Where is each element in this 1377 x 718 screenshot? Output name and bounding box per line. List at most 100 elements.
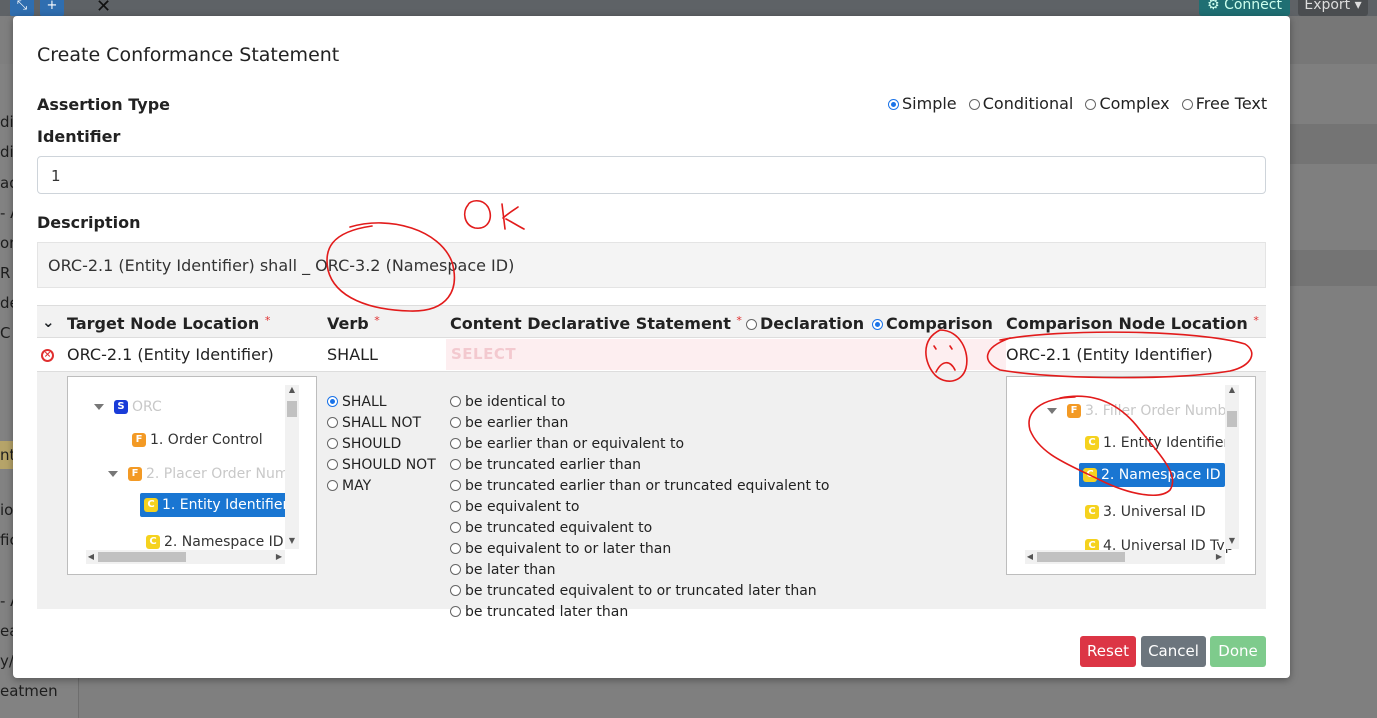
verb-radio[interactable]: [327, 458, 338, 470]
statement-option[interactable]: be truncated earlier than or truncated e…: [450, 478, 829, 499]
content-select-placeholder: SELECT: [451, 345, 517, 363]
scroll-right-icon[interactable]: ▶: [274, 552, 284, 562]
field-badge: F: [132, 433, 146, 447]
verb-radio[interactable]: [327, 479, 338, 491]
statement-editor-row: S ORC F 1. Order Control F 2. Placer Order …: [37, 372, 1266, 620]
statement-option[interactable]: be earlier than or equivalent to: [450, 436, 829, 457]
field-badge: F: [128, 467, 142, 481]
verb-option[interactable]: SHALL NOT: [327, 415, 436, 436]
component-badge: C: [146, 535, 160, 549]
connect-button[interactable]: ⚙ Connect: [1199, 0, 1290, 16]
statement-option[interactable]: be truncated earlier than: [450, 457, 829, 478]
statement-radio[interactable]: [450, 542, 461, 554]
bg-fragment: C: [0, 324, 11, 342]
scroll-thumb[interactable]: [1037, 552, 1125, 562]
statement-option[interactable]: be later than: [450, 562, 829, 583]
statement-radio[interactable]: [450, 605, 461, 617]
done-button[interactable]: Done: [1210, 636, 1266, 667]
statement-table-header: ⌄ Target Node Location * Verb * Content …: [37, 305, 1266, 338]
statement-option[interactable]: be earlier than: [450, 415, 829, 436]
collapse-chevron-icon[interactable]: ⌄: [42, 313, 55, 331]
expand-caret-icon[interactable]: [108, 471, 118, 477]
verb-radio[interactable]: [327, 437, 338, 449]
scroll-left-icon[interactable]: ◀: [86, 552, 96, 562]
statement-option[interactable]: be truncated later than: [450, 604, 829, 625]
scroll-up-icon[interactable]: ▲: [1225, 385, 1239, 395]
identifier-input[interactable]: 1: [37, 156, 1266, 194]
verb-option[interactable]: SHOULD NOT: [327, 457, 436, 478]
statement-radio[interactable]: [450, 500, 461, 512]
statement-radio[interactable]: [450, 437, 461, 449]
statement-radio[interactable]: [450, 458, 461, 470]
statement-radio[interactable]: [450, 521, 461, 533]
statement-option[interactable]: be truncated equivalent to: [450, 520, 829, 541]
expand-caret-icon[interactable]: [1047, 408, 1057, 414]
verb-option[interactable]: SHALL: [327, 394, 436, 415]
scroll-down-icon[interactable]: ▼: [1225, 536, 1239, 546]
radio-declaration[interactable]: [746, 319, 757, 330]
modal-title: Create Conformance Statement: [37, 44, 340, 66]
bg-fragment: R: [0, 264, 11, 282]
statement-radio[interactable]: [450, 395, 461, 407]
verb-radio[interactable]: [327, 416, 338, 428]
statement-radio[interactable]: [450, 563, 461, 575]
tree-horizontal-scrollbar[interactable]: ◀ ▶: [86, 550, 285, 564]
scroll-left-icon[interactable]: ◀: [1025, 552, 1035, 562]
scroll-thumb[interactable]: [1227, 411, 1237, 427]
verb-option[interactable]: MAY: [327, 478, 436, 499]
remove-row-icon[interactable]: ×: [41, 349, 54, 362]
statement-option[interactable]: be truncated equivalent to or truncated …: [450, 583, 829, 604]
radio-simple[interactable]: [888, 99, 899, 110]
statement-option[interactable]: be identical to: [450, 394, 829, 415]
scroll-thumb[interactable]: [287, 401, 297, 417]
scroll-right-icon[interactable]: ▶: [1214, 552, 1224, 562]
content-select[interactable]: SELECT: [446, 339, 1006, 370]
toolbar-add-button[interactable]: +: [40, 0, 64, 16]
tree-node-entity-identifier-selected[interactable]: C 1. Entity Identifier: [140, 493, 293, 517]
radio-free-text[interactable]: [1181, 99, 1193, 110]
tree-vertical-scrollbar[interactable]: ▲ ▼: [285, 385, 299, 549]
statement-radio[interactable]: [450, 584, 461, 596]
tree-node-orc[interactable]: S ORC: [94, 399, 162, 415]
radio-complex[interactable]: [1085, 99, 1097, 110]
tree-horizontal-scrollbar[interactable]: ◀ ▶: [1025, 550, 1225, 564]
option-declaration[interactable]: Declaration: [746, 314, 864, 333]
component-badge: C: [1085, 505, 1099, 519]
scroll-down-icon[interactable]: ▼: [285, 536, 299, 546]
tree-node-entity-identifier[interactable]: C 1. Entity Identifier: [1085, 435, 1229, 451]
assertion-option-complex[interactable]: Complex: [1082, 94, 1170, 113]
assertion-option-free-text[interactable]: Free Text: [1179, 94, 1267, 113]
assertion-option-conditional[interactable]: Conditional: [966, 94, 1073, 113]
tree-node-namespace-id[interactable]: C 2. Namespace ID: [146, 534, 284, 550]
statement-option[interactable]: be equivalent to or later than: [450, 541, 829, 562]
verb-radio[interactable]: [327, 395, 338, 407]
tree-node-filler-order[interactable]: F 3. Filler Order Numb: [1047, 403, 1226, 419]
verb-option[interactable]: SHOULD: [327, 436, 436, 457]
component-badge: C: [144, 498, 158, 512]
statement-option[interactable]: be equivalent to: [450, 499, 829, 520]
expand-caret-icon[interactable]: [94, 404, 104, 410]
tree-node-placer-order[interactable]: F 2. Placer Order Num: [108, 466, 288, 482]
comparison-node-tree[interactable]: F 3. Filler Order Numb C 1. Entity Identif…: [1006, 376, 1256, 575]
cancel-button[interactable]: Cancel: [1141, 636, 1206, 667]
export-button[interactable]: Export ▾: [1298, 0, 1368, 16]
bg-fragment: - A: [0, 592, 13, 610]
target-node-tree[interactable]: S ORC F 1. Order Control F 2. Placer Order …: [67, 376, 317, 575]
scroll-up-icon[interactable]: ▲: [285, 385, 299, 395]
tree-node-universal-id[interactable]: C 3. Universal ID: [1085, 504, 1206, 520]
radio-comparison[interactable]: [872, 319, 883, 330]
statement-radio[interactable]: [450, 479, 461, 491]
scroll-thumb[interactable]: [98, 552, 186, 562]
tree-vertical-scrollbar[interactable]: ▲ ▼: [1225, 385, 1239, 549]
bg-fragment: eatmen: [0, 682, 58, 700]
toolbar-compress-button[interactable]: ⤡: [10, 0, 34, 16]
option-comparison[interactable]: Comparison: [872, 314, 993, 333]
tree-node-order-control[interactable]: F 1. Order Control: [132, 432, 263, 448]
toolbar-expand-icon[interactable]: ✕: [96, 0, 111, 17]
statement-radio[interactable]: [450, 416, 461, 428]
description-label: Description: [37, 213, 141, 232]
radio-conditional[interactable]: [968, 99, 980, 110]
reset-button[interactable]: Reset: [1080, 636, 1136, 667]
assertion-option-simple[interactable]: Simple: [885, 94, 957, 113]
tree-node-namespace-id-selected[interactable]: C 2. Namespace ID: [1079, 463, 1225, 487]
